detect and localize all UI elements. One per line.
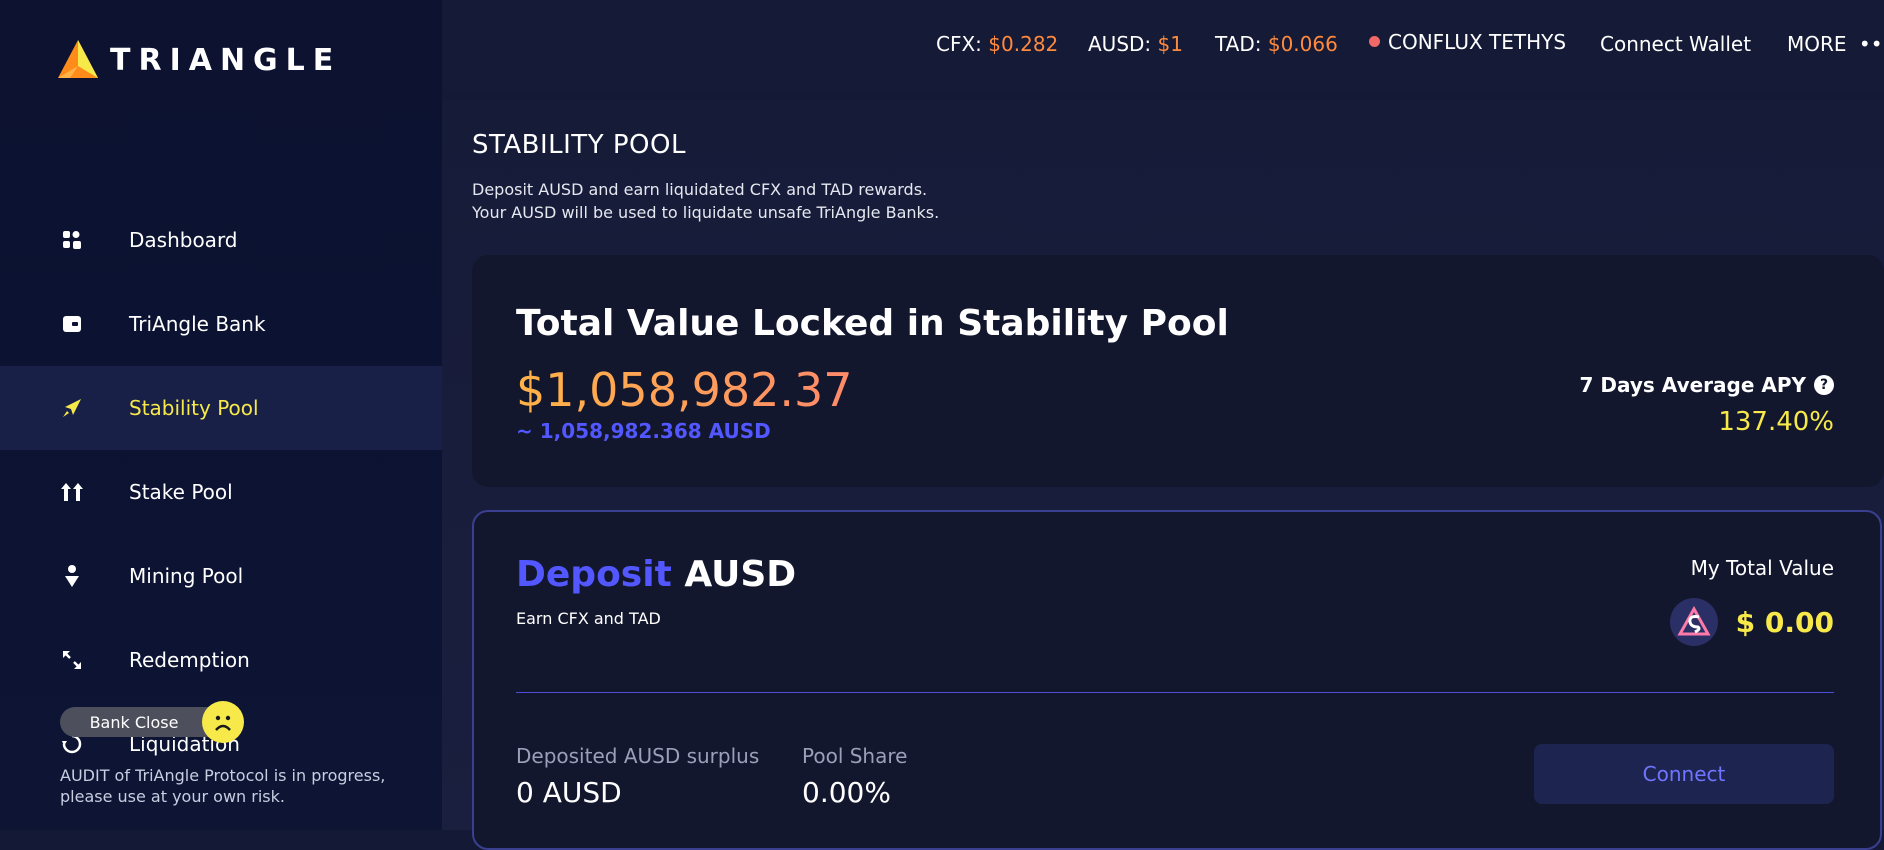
deposit-subtitle: Earn CFX and TAD	[516, 609, 661, 628]
network-status-dot	[1369, 36, 1380, 47]
ausd-label: AUSD:	[1088, 32, 1152, 56]
ausd-token-icon	[1670, 598, 1718, 646]
brand-name: TRIANGLE	[110, 42, 342, 78]
sidebar-item-dashboard[interactable]: Dashboard	[0, 198, 442, 282]
deposit-card: Deposit AUSD Earn CFX and TAD My Total V…	[472, 510, 1882, 850]
more-dots-icon: •••	[1858, 32, 1884, 56]
surplus-value: 0 AUSD	[516, 776, 622, 809]
apy-value: 137.40%	[1718, 407, 1834, 437]
sidebar-item-label: TriAngle Bank	[129, 312, 266, 336]
sidebar-item-stability-pool[interactable]: Stability Pool	[0, 366, 442, 450]
network-selector[interactable]: CONFLUX TETHYS	[1369, 30, 1566, 54]
cfx-price: CFX: $0.282	[936, 32, 1058, 56]
sidebar-item-label: Redemption	[129, 648, 250, 672]
triangle-logo-icon	[58, 40, 98, 78]
pool-share-label: Pool Share	[802, 744, 908, 768]
apy-label: 7 Days Average APY ?	[1580, 373, 1834, 397]
topbar: CFX: $0.282 AUSD: $1 TAD: $0.066 CONFLUX…	[442, 0, 1884, 90]
cfx-price-value: $0.282	[988, 32, 1059, 56]
surplus-label: Deposited AUSD surplus	[516, 744, 760, 768]
my-total-value: $ 0.00	[1735, 606, 1834, 639]
tvl-value: $1,058,982.37	[516, 363, 853, 417]
stake-icon	[60, 480, 84, 504]
sad-face-icon	[202, 701, 244, 743]
sidebar-item-label: Mining Pool	[129, 564, 244, 588]
help-icon[interactable]: ?	[1814, 375, 1834, 395]
mining-icon	[60, 564, 84, 588]
pool-share-value: 0.00%	[802, 776, 891, 809]
cfx-label: CFX:	[936, 32, 982, 56]
more-label: MORE	[1787, 32, 1847, 56]
tad-label: TAD:	[1215, 32, 1262, 56]
more-menu[interactable]: MORE •••	[1787, 32, 1884, 56]
network-name: CONFLUX TETHYS	[1388, 30, 1567, 54]
ausd-price: AUSD: $1	[1088, 32, 1183, 56]
connect-wallet-button[interactable]: Connect Wallet	[1600, 32, 1751, 56]
bank-icon	[60, 312, 84, 336]
tvl-ausd-value: ~ 1,058,982.368 AUSD	[516, 419, 771, 443]
sidebar: TRIANGLE Dashboard TriAngle Bank Stabili…	[0, 0, 442, 830]
apy-label-text: 7 Days Average APY	[1579, 373, 1806, 397]
stability-pool-icon	[60, 396, 84, 420]
sidebar-item-redemption[interactable]: Redemption	[0, 618, 442, 702]
description-line-2: Your AUSD will be used to liquidate unsa…	[472, 203, 940, 222]
logo[interactable]: TRIANGLE	[56, 38, 341, 82]
redemption-icon	[60, 648, 84, 672]
dashboard-icon	[60, 228, 84, 252]
deposit-title: Deposit AUSD	[516, 554, 796, 595]
sidebar-item-label: Dashboard	[129, 228, 238, 252]
sidebar-item-label: Stake Pool	[129, 480, 233, 504]
tad-price: TAD: $0.066	[1215, 32, 1338, 56]
deposit-title-accent: Deposit	[516, 554, 672, 595]
my-total-value-label: My Total Value	[1690, 556, 1834, 580]
deposit-title-token: AUSD	[684, 554, 797, 595]
main-content: STABILITY POOL Deposit AUSD and earn liq…	[442, 100, 1884, 850]
connect-button[interactable]: Connect	[1534, 744, 1834, 804]
divider	[516, 692, 1834, 693]
sidebar-item-mining-pool[interactable]: Mining Pool	[0, 534, 442, 618]
tvl-card: Total Value Locked in Stability Pool $1,…	[472, 255, 1884, 487]
ausd-price-value: $1	[1157, 32, 1183, 56]
tvl-title: Total Value Locked in Stability Pool	[516, 303, 1229, 344]
bank-close-badge: Bank Close	[60, 707, 224, 737]
page-description: Deposit AUSD and earn liquidated CFX and…	[472, 178, 939, 224]
audit-notice: AUDIT of TriAngle Protocol is in progres…	[60, 766, 386, 806]
page-title: STABILITY POOL	[472, 130, 686, 160]
sidebar-item-triangle-bank[interactable]: TriAngle Bank	[0, 282, 442, 366]
tad-price-value: $0.066	[1267, 32, 1338, 56]
description-line-1: Deposit AUSD and earn liquidated CFX and…	[472, 180, 928, 199]
sidebar-item-stake-pool[interactable]: Stake Pool	[0, 450, 442, 534]
sidebar-item-label: Stability Pool	[129, 396, 259, 420]
